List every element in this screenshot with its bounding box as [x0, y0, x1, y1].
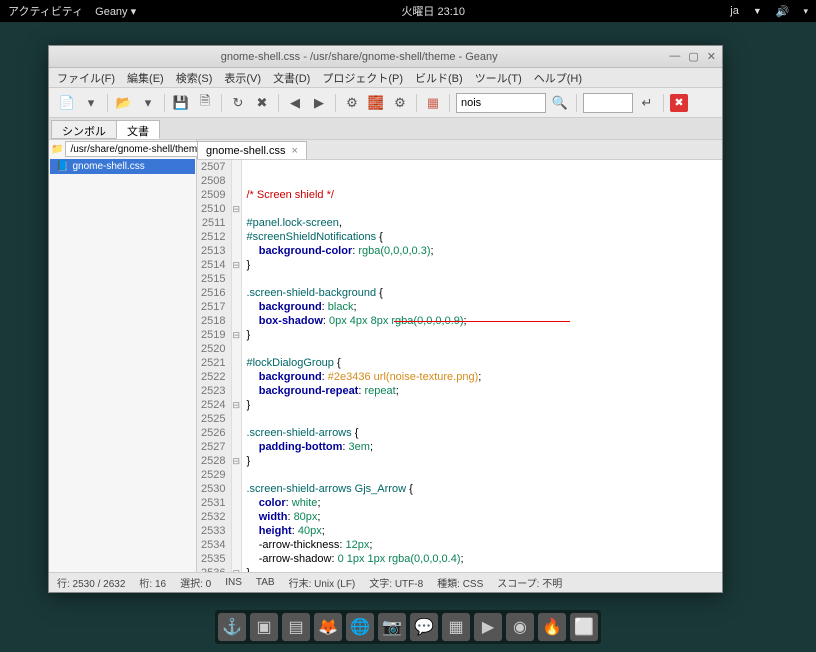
- file-icon: 📘: [56, 161, 68, 172]
- status-col: 桁: 16: [139, 575, 166, 590]
- search-input[interactable]: [456, 93, 546, 113]
- maximize-button[interactable]: ▢: [688, 50, 698, 63]
- close-tab-icon[interactable]: ×: [291, 145, 297, 157]
- status-ins: INS: [225, 577, 242, 588]
- dock-app-icon[interactable]: ◉: [506, 613, 534, 641]
- file-item[interactable]: 📘 gnome-shell.css: [50, 159, 195, 174]
- goto-line-input[interactable]: [583, 93, 633, 113]
- dock-app-icon[interactable]: 💬: [410, 613, 438, 641]
- menubar: ファイル(F) 編集(E) 検索(S) 表示(V) 文書(D) プロジェクト(P…: [49, 68, 722, 88]
- menu-build[interactable]: ビルド(B): [415, 70, 463, 86]
- folder-icon: 📁: [51, 144, 63, 155]
- status-scope: スコープ: 不明: [497, 575, 562, 590]
- compile-icon[interactable]: ⚙: [342, 93, 362, 113]
- clock[interactable]: 火曜日 23:10: [136, 3, 730, 19]
- dock-app-icon[interactable]: 📷: [378, 613, 406, 641]
- code-area[interactable]: /* Screen shield */ #panel.lock-screen, …: [242, 160, 722, 572]
- menu-document[interactable]: 文書(D): [273, 70, 310, 86]
- dock-app-icon[interactable]: ⬜: [570, 613, 598, 641]
- gnome-top-bar: アクティビティ Geany ▾ 火曜日 23:10 ja ▼ 🔊 ▾: [0, 0, 816, 22]
- system-menu-icon[interactable]: ▾: [803, 6, 808, 17]
- new-file-icon[interactable]: 📄: [57, 93, 77, 113]
- titlebar[interactable]: gnome-shell.css - /usr/share/gnome-shell…: [49, 46, 722, 68]
- file-tab-label: gnome-shell.css: [206, 145, 285, 157]
- menu-view[interactable]: 表示(V): [224, 70, 261, 86]
- quit-icon[interactable]: ✖: [670, 94, 688, 112]
- compiler-underline: [394, 321, 570, 322]
- nav-back-icon[interactable]: ◀: [285, 93, 305, 113]
- activities-button[interactable]: アクティビティ: [8, 3, 83, 19]
- menu-help[interactable]: ヘルプ(H): [534, 70, 582, 86]
- menu-file[interactable]: ファイル(F): [57, 70, 115, 86]
- sidebar: 📁 /usr/share/gnome-shell/theme 📘 gnome-s…: [49, 140, 197, 572]
- volume-icon[interactable]: 🔊: [776, 5, 790, 18]
- status-tab: TAB: [256, 577, 275, 588]
- line-gutter: 2507250825092510251125122513251425152516…: [197, 160, 232, 572]
- search-icon[interactable]: 🔍: [550, 93, 570, 113]
- dock-app-icon[interactable]: ⚓: [218, 613, 246, 641]
- reload-icon[interactable]: ↻: [228, 93, 248, 113]
- editor[interactable]: 2507250825092510251125122513251425152516…: [197, 160, 722, 572]
- nav-forward-icon[interactable]: ▶: [309, 93, 329, 113]
- build-icon[interactable]: 🧱: [366, 93, 386, 113]
- dock-app-icon[interactable]: ▦: [442, 613, 470, 641]
- status-sel: 選択: 0: [180, 575, 211, 590]
- open-icon[interactable]: 📂: [114, 93, 134, 113]
- close-file-icon[interactable]: ✖: [252, 93, 272, 113]
- geany-window: gnome-shell.css - /usr/share/gnome-shell…: [48, 45, 723, 593]
- dock-app-icon[interactable]: ▶: [474, 613, 502, 641]
- statusbar: 行: 2530 / 2632 桁: 16 選択: 0 INS TAB 行末: U…: [49, 572, 722, 592]
- status-enc: 文字: UTF-8: [369, 575, 423, 590]
- menu-search[interactable]: 検索(S): [176, 70, 213, 86]
- window-title: gnome-shell.css - /usr/share/gnome-shell…: [49, 51, 669, 63]
- input-source[interactable]: ja: [730, 5, 739, 17]
- dock-app-icon[interactable]: 🔥: [538, 613, 566, 641]
- close-button[interactable]: ✕: [707, 50, 716, 63]
- file-name: gnome-shell.css: [72, 161, 144, 172]
- dock-app-icon[interactable]: 🌐: [346, 613, 374, 641]
- goto-icon[interactable]: ↵: [637, 93, 657, 113]
- menu-project[interactable]: プロジェクト(P): [322, 70, 403, 86]
- dock-app-icon[interactable]: ▤: [282, 613, 310, 641]
- save-all-icon[interactable]: 🗎: [195, 93, 215, 113]
- file-tab[interactable]: gnome-shell.css ×: [197, 141, 307, 159]
- menu-tools[interactable]: ツール(T): [475, 70, 522, 86]
- status-eol: 行末: Unix (LF): [289, 575, 356, 590]
- lang-dropdown-icon: ▼: [753, 6, 762, 16]
- status-pos: 行: 2530 / 2632: [57, 575, 125, 590]
- dropdown-icon[interactable]: ▾: [81, 93, 101, 113]
- status-type: 種類: CSS: [437, 575, 483, 590]
- tab-documents[interactable]: 文書: [116, 120, 160, 139]
- execute-icon[interactable]: ⚙: [390, 93, 410, 113]
- app-menu[interactable]: Geany ▾: [95, 5, 136, 18]
- dock: ⚓▣▤🦊🌐📷💬▦▶◉🔥⬜: [215, 610, 601, 644]
- tab-symbols[interactable]: シンボル: [51, 120, 117, 139]
- dropdown-icon[interactable]: ▾: [138, 93, 158, 113]
- save-icon[interactable]: 💾: [171, 93, 191, 113]
- fold-margin[interactable]: ⊟ ⊟ ⊟ ⊟ ⊟ ⊟ ⊟: [232, 160, 242, 572]
- menu-edit[interactable]: 編集(E): [127, 70, 164, 86]
- minimize-button[interactable]: —: [669, 50, 680, 63]
- dock-app-icon[interactable]: ▣: [250, 613, 278, 641]
- dock-app-icon[interactable]: 🦊: [314, 613, 342, 641]
- color-chooser-icon[interactable]: ▦: [423, 93, 443, 113]
- toolbar: 📄 ▾ 📂 ▾ 💾 🗎 ↻ ✖ ◀ ▶ ⚙ 🧱 ⚙ ▦ 🔍 ↵ ✖: [49, 88, 722, 118]
